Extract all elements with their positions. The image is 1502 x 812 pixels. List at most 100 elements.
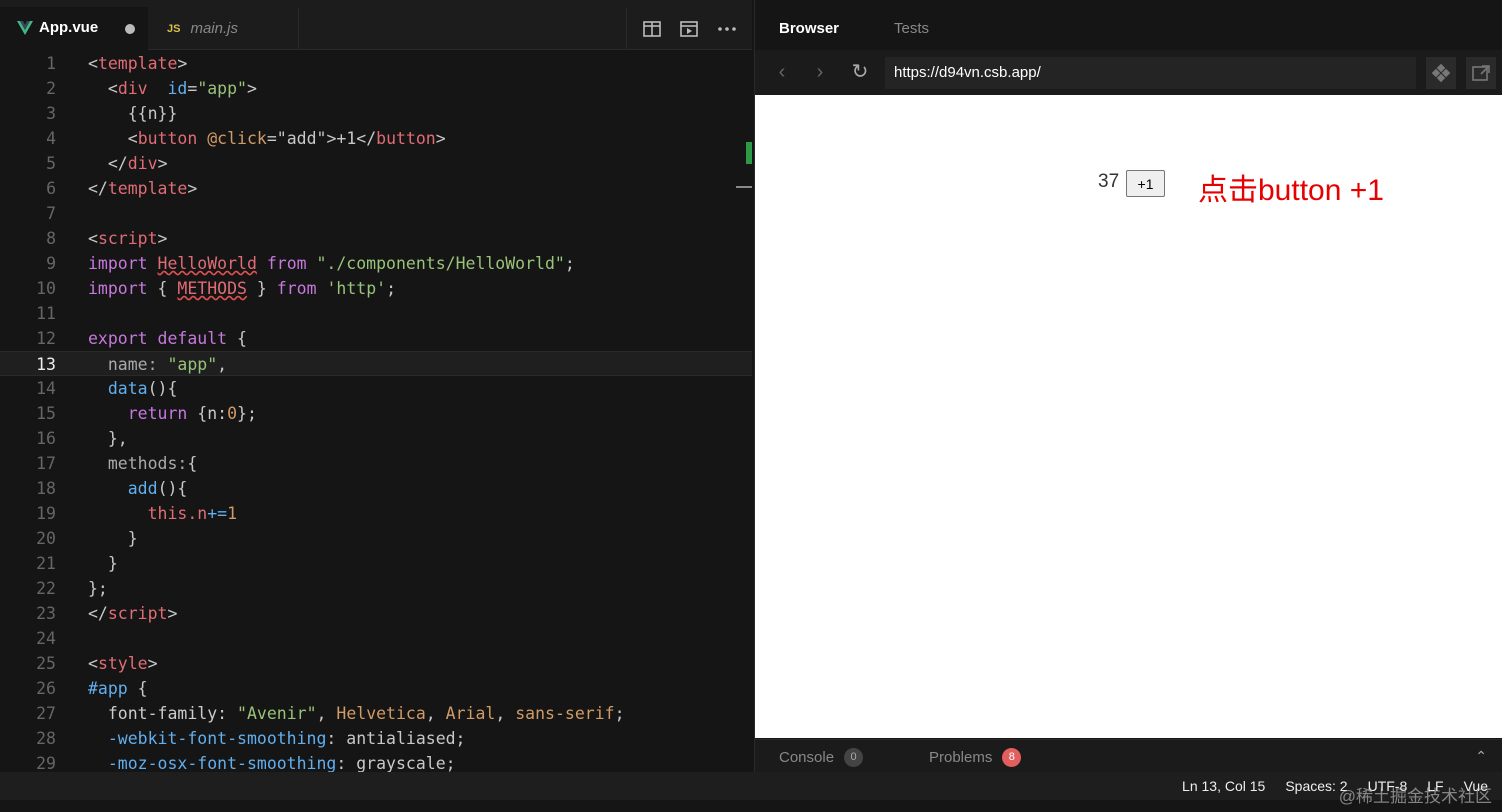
code-token: < <box>107 79 118 98</box>
code-text: data(){ <box>88 376 178 401</box>
code-token: , <box>217 355 228 374</box>
code-line[interactable]: 23 </script> <box>0 601 752 626</box>
code-text: }; <box>88 576 108 601</box>
code-line[interactable]: 24 <box>0 626 752 651</box>
line-number: 17 <box>36 454 56 473</box>
code-line[interactable]: 15 return {n:0}; <box>0 401 752 426</box>
code-token: sans-serif <box>515 704 615 723</box>
more-icon[interactable] <box>716 18 738 40</box>
code-line[interactable]: 14 data(){ <box>0 376 752 401</box>
code-token: .n <box>187 504 208 523</box>
tab-app-vue[interactable]: App.vue <box>0 7 148 50</box>
code-token: }; <box>88 579 108 598</box>
code-token: "app" <box>167 355 218 374</box>
increment-button[interactable]: +1 <box>1126 170 1165 197</box>
code-token: = <box>187 79 198 98</box>
annotation-text: 点击button +1 <box>1198 174 1384 207</box>
code-token: "app" <box>197 79 247 98</box>
devtools-icon[interactable] <box>1426 57 1456 89</box>
code-line[interactable]: 3 {{n}} <box>0 101 752 126</box>
code-text: <template> <box>88 51 187 76</box>
back-icon[interactable]: ‹ <box>771 62 793 84</box>
code-line[interactable]: 4 <button @click="add">+1</button> <box>0 126 752 151</box>
split-editor-icon[interactable] <box>641 18 663 40</box>
code-line[interactable]: 28 -webkit-font-smoothing: antialiased; <box>0 726 752 751</box>
code-line[interactable]: 1 <template> <box>0 51 752 76</box>
line-number: 28 <box>36 729 56 748</box>
code-line[interactable]: 20 } <box>0 526 752 551</box>
line-number: 12 <box>36 329 56 348</box>
code-token: ; <box>614 704 625 723</box>
code-token: , <box>425 704 446 723</box>
code-line[interactable]: 10 import { METHODS } from 'http'; <box>0 276 752 301</box>
line-number: 15 <box>36 404 56 423</box>
code-line[interactable]: 13 name: "app", <box>0 351 752 376</box>
code-line[interactable]: 18 add(){ <box>0 476 752 501</box>
code-area[interactable]: 1 <template> 2 <div id="app"> 3 {{n}} 4 <but… <box>0 51 752 772</box>
tab-problems[interactable]: Problems 8 <box>929 748 1022 767</box>
line-number: 3 <box>46 104 56 123</box>
line-number: 13 <box>36 355 56 374</box>
tab-browser[interactable]: Browser <box>779 20 839 37</box>
editor-actions <box>626 7 752 50</box>
code-line[interactable]: 22}; <box>0 576 752 601</box>
preview-icon[interactable] <box>678 18 700 40</box>
line-number: 24 <box>36 629 56 648</box>
reload-icon[interactable]: ↻ <box>849 62 871 84</box>
code-line[interactable]: 26 #app { <box>0 676 752 701</box>
browser-nav-bar: ‹ › ↻ <box>755 50 1502 95</box>
tab-tests[interactable]: Tests <box>894 20 929 37</box>
code-line[interactable]: 16 }, <box>0 426 752 451</box>
code-token: id <box>157 79 188 98</box>
code-line[interactable]: 5 </div> <box>0 151 752 176</box>
code-text: -webkit-font-smoothing: antialiased; <box>88 726 466 751</box>
chevron-up-icon[interactable]: ⌃ <box>1475 748 1487 765</box>
code-token: , <box>495 704 516 723</box>
code-token: : antialiased; <box>326 729 466 748</box>
cursor-position[interactable]: Ln 13, Col 15 <box>1182 778 1265 794</box>
line-number: 26 <box>36 679 56 698</box>
line-number: 22 <box>36 579 56 598</box>
line-number: 11 <box>36 304 56 323</box>
tab-console[interactable]: Console 0 <box>779 748 864 767</box>
code-token: ; <box>386 279 396 298</box>
code-line[interactable]: 17 methods:{ <box>0 451 752 476</box>
code-line[interactable]: 12 export default { <box>0 326 752 351</box>
code-line[interactable]: 21 } <box>0 551 752 576</box>
code-token: Helvetica <box>336 704 426 723</box>
code-line[interactable]: 9 import HelloWorld from "./components/He… <box>0 251 752 276</box>
code-line[interactable]: 11 <box>0 301 752 326</box>
code-line[interactable]: 2 <div id="app"> <box>0 76 752 101</box>
code-line[interactable]: 7 <box>0 201 752 226</box>
code-token: script <box>107 604 168 623</box>
open-new-window-icon[interactable] <box>1466 57 1496 89</box>
code-line[interactable]: 27 font-family: "Avenir", Helvetica, Ari… <box>0 701 752 726</box>
code-token: < <box>127 129 138 148</box>
code-line[interactable]: 19 this.n+=1 <box>0 501 752 526</box>
code-line[interactable]: 8 <script> <box>0 226 752 251</box>
code-token: > <box>157 154 168 173</box>
code-token: > <box>147 654 158 673</box>
browser-bottom-panel: Console 0 Problems 8 ⌃ <box>755 739 1502 772</box>
code-token: HelloWorld <box>157 254 257 273</box>
browser-pane: Browser Tests ‹ › ↻ 37 +1 点击button +1 Co… <box>754 0 1502 772</box>
url-input[interactable] <box>885 57 1416 89</box>
code-token: return <box>127 404 198 423</box>
code-token: 0 <box>227 404 238 423</box>
js-file-icon: JS <box>167 22 181 35</box>
code-token: < <box>88 654 98 673</box>
code-line[interactable]: 6 </template> <box>0 176 752 201</box>
code-line[interactable]: 25 <style> <box>0 651 752 676</box>
code-line[interactable]: 29 -moz-osx-font-smoothing: grayscale; <box>0 751 752 772</box>
code-text: <button @click="add">+1</button> <box>88 126 446 151</box>
editor-tab-bar: App.vue JS main.js <box>0 0 752 50</box>
code-text: {{n}} <box>88 101 178 126</box>
problems-label: Problems <box>929 749 993 766</box>
tab-main-js[interactable]: JS main.js <box>149 7 299 50</box>
forward-icon[interactable]: › <box>809 62 831 84</box>
